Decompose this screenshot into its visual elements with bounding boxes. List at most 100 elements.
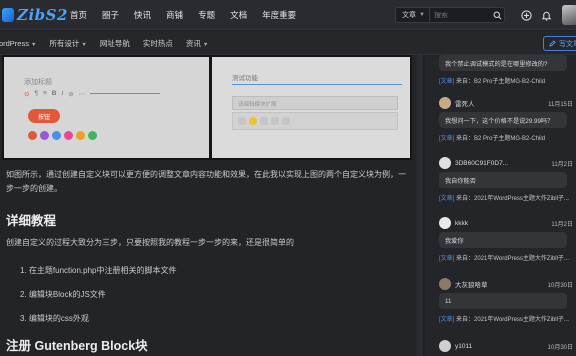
- subnav: WordPress▼ 所有设计▼ 网址导航 实时热点 资讯▼: [0, 31, 221, 55]
- comment-source-text: 来自：2021年WordPress主题大作Zibll子...: [456, 196, 569, 202]
- comment-content: 我爱你: [439, 232, 567, 248]
- comment-author[interactable]: 雷死人: [455, 98, 548, 108]
- comment-time: 10月30日: [547, 282, 573, 289]
- comment-source[interactable]: [文章] 来自：2021年WordPress主题大作Zibll子...: [439, 193, 576, 202]
- preview-chip: [238, 117, 246, 125]
- comment-time: 11月15日: [548, 101, 573, 108]
- preview-chip: [260, 117, 268, 125]
- chevron-down-icon: ▼: [202, 41, 209, 48]
- preview-toolbar-glyph: ⊘: [68, 90, 74, 98]
- subnav-label: 所有设计: [49, 38, 80, 48]
- comment-source-tag: [文章]: [439, 317, 455, 323]
- comment-header: 大灰狼哈草 10月30日: [439, 277, 576, 291]
- comment-item[interactable]: 3DB60C91F0D7... 11月2日 我自你能否 [文章] 来自：2021…: [439, 156, 576, 202]
- nav-item-shop[interactable]: 商铺: [166, 9, 183, 21]
- subnav-item-nav[interactable]: 网址导航: [100, 38, 130, 49]
- comment-author[interactable]: y1011: [455, 343, 548, 350]
- comment-author[interactable]: 3DB60C91F0D7...: [455, 160, 551, 167]
- comment-header: 雷死人 11月15日: [439, 96, 576, 110]
- preview-chip: [271, 117, 279, 125]
- logo-mark-icon: [2, 8, 14, 22]
- color-swatch: [76, 131, 85, 140]
- nav-item-topics[interactable]: 专题: [198, 9, 215, 21]
- write-article-button[interactable]: 写文章: [543, 36, 576, 51]
- article-scrollbar[interactable]: [417, 55, 423, 356]
- nav-item-annual[interactable]: 年度重要: [262, 9, 296, 21]
- preview-toolbar-glyph: I: [61, 90, 64, 97]
- nav-item-circle[interactable]: 圈子: [102, 9, 119, 21]
- comment-source-text: 来自：B2 Pro子主题MG-B2-Child: [456, 79, 546, 85]
- preview-toolbar-glyph: ≡: [42, 90, 47, 97]
- subnav-item-info[interactable]: 资讯 ▼: [186, 38, 208, 49]
- article-paragraph: 如图所示，通过创建自定义块可以更方便的调整文章内容功能和效果，在此我以实现上图的…: [6, 170, 406, 193]
- preview-divider: [232, 84, 402, 85]
- list-item: 1. 在主题function.php中注册相关的脚本文件: [20, 266, 177, 275]
- subnav-item-design[interactable]: 所有设计 ▼: [49, 38, 86, 49]
- list-item: 3. 编辑块的css外观: [20, 314, 89, 323]
- color-swatches: [28, 131, 97, 140]
- color-swatch: [40, 131, 49, 140]
- avatar[interactable]: [439, 217, 451, 229]
- comment-source-tag: [文章]: [439, 136, 455, 142]
- comment-header: y1011 10月30日: [439, 339, 576, 353]
- editor-preview-right: 测试功能 请编辑模块扩展: [212, 57, 410, 158]
- article-heading: 注册 Gutenberg Block块: [6, 339, 148, 353]
- comment-source-tag: [文章]: [439, 79, 455, 85]
- write-article-label: 写文章: [559, 40, 576, 48]
- comment-source-text: 来自：2021年WordPress主题大作Zibll子...: [456, 317, 569, 323]
- nav-item-home[interactable]: 首页: [70, 9, 87, 21]
- nav-item-docs[interactable]: 文档: [230, 9, 247, 21]
- color-swatch: [52, 131, 61, 140]
- preview-chip: [282, 117, 290, 125]
- subnav-label: 资讯: [185, 38, 201, 48]
- preview-title: 测试功能: [232, 75, 258, 82]
- search-icon[interactable]: [490, 8, 504, 22]
- avatar[interactable]: [439, 340, 451, 352]
- secondary-navbar: WordPress▼ 所有设计▼ 网址导航 实时热点 资讯▼ 写文章: [0, 31, 576, 55]
- preview-title: 添加标题: [24, 79, 52, 86]
- bell-icon[interactable]: [539, 8, 553, 22]
- search-type-select[interactable]: 文章 ▼: [396, 8, 430, 22]
- comment-item[interactable]: y1011 10月30日: [439, 339, 576, 353]
- comment-time: 11月2日: [551, 221, 573, 228]
- nav-item-news[interactable]: 快讯: [134, 9, 151, 21]
- site-logo[interactable]: ZibS2: [2, 5, 68, 25]
- comment-header: 3DB60C91F0D7... 11月2日: [439, 156, 576, 170]
- comment-content: 我自你能否: [439, 172, 567, 188]
- avatar[interactable]: [439, 157, 451, 169]
- comment-item[interactable]: kkkk 11月2日 我爱你 [文章] 来自：2021年WordPress主题大…: [439, 216, 576, 262]
- comment-header: kkkk 11月2日: [439, 216, 576, 230]
- comment-item[interactable]: 大灰狼哈草 10月30日 11 [文章] 来自：2021年WordPress主题…: [439, 277, 576, 323]
- comment-content: 我想问一下，这个价格不是说29.99吗？: [439, 112, 567, 128]
- color-swatch: [88, 131, 97, 140]
- preview-card: [232, 112, 398, 130]
- comment-source-tag: [文章]: [439, 196, 455, 202]
- preview-input: 请编辑模块扩展: [232, 96, 398, 110]
- comment-source-tag: [文章]: [439, 256, 455, 262]
- subnav-item-hot[interactable]: 实时热点: [143, 38, 173, 49]
- comment-source[interactable]: [文章] 来自：B2 Pro子主题MG-B2-Child: [439, 76, 576, 85]
- comment-author[interactable]: 大灰狼哈草: [455, 279, 548, 289]
- plus-circle-icon[interactable]: [519, 8, 533, 22]
- user-avatar[interactable]: [562, 5, 576, 25]
- preview-chip: [249, 117, 257, 125]
- comment-author[interactable]: kkkk: [455, 220, 551, 227]
- comment-source[interactable]: [文章] 来自：2021年WordPress主题大作Zibll子...: [439, 253, 576, 262]
- avatar[interactable]: [439, 278, 451, 290]
- comment-source[interactable]: [文章] 来自：B2 Pro子主题MG-B2-Child: [439, 133, 576, 142]
- comment-item[interactable]: 我个禁止调试模式的是在哪里修改的? [文章] 来自：B2 Pro子主题MG-B2…: [439, 55, 576, 85]
- subnav-item-wordpress[interactable]: WordPress▼: [0, 39, 36, 48]
- preview-divider: [90, 93, 161, 94]
- preview-toolbar-glyph: ⋯: [78, 90, 86, 98]
- chevron-down-icon: ▼: [419, 12, 425, 18]
- chevron-down-icon: ▼: [30, 41, 37, 48]
- comment-item[interactable]: 雷死人 11月15日 我想问一下，这个价格不是说29.99吗？ [文章] 来自：…: [439, 96, 576, 142]
- color-swatch: [28, 131, 37, 140]
- comment-content: 我个禁止调试模式的是在哪里修改的?: [439, 55, 567, 71]
- editor-preview-left: 添加标题 ⊙ ¶ ≡ B I ⊘ ⋯ 按钮: [4, 57, 209, 158]
- preview-toolbar-glyph: ⊙: [24, 90, 30, 98]
- avatar[interactable]: [439, 97, 451, 109]
- article-image: 添加标题 ⊙ ¶ ≡ B I ⊘ ⋯ 按钮 测试功能 请编辑模块扩展: [2, 55, 412, 160]
- comment-source[interactable]: [文章] 来自：2021年WordPress主题大作Zibll子...: [439, 314, 576, 323]
- search-input[interactable]: [429, 11, 490, 19]
